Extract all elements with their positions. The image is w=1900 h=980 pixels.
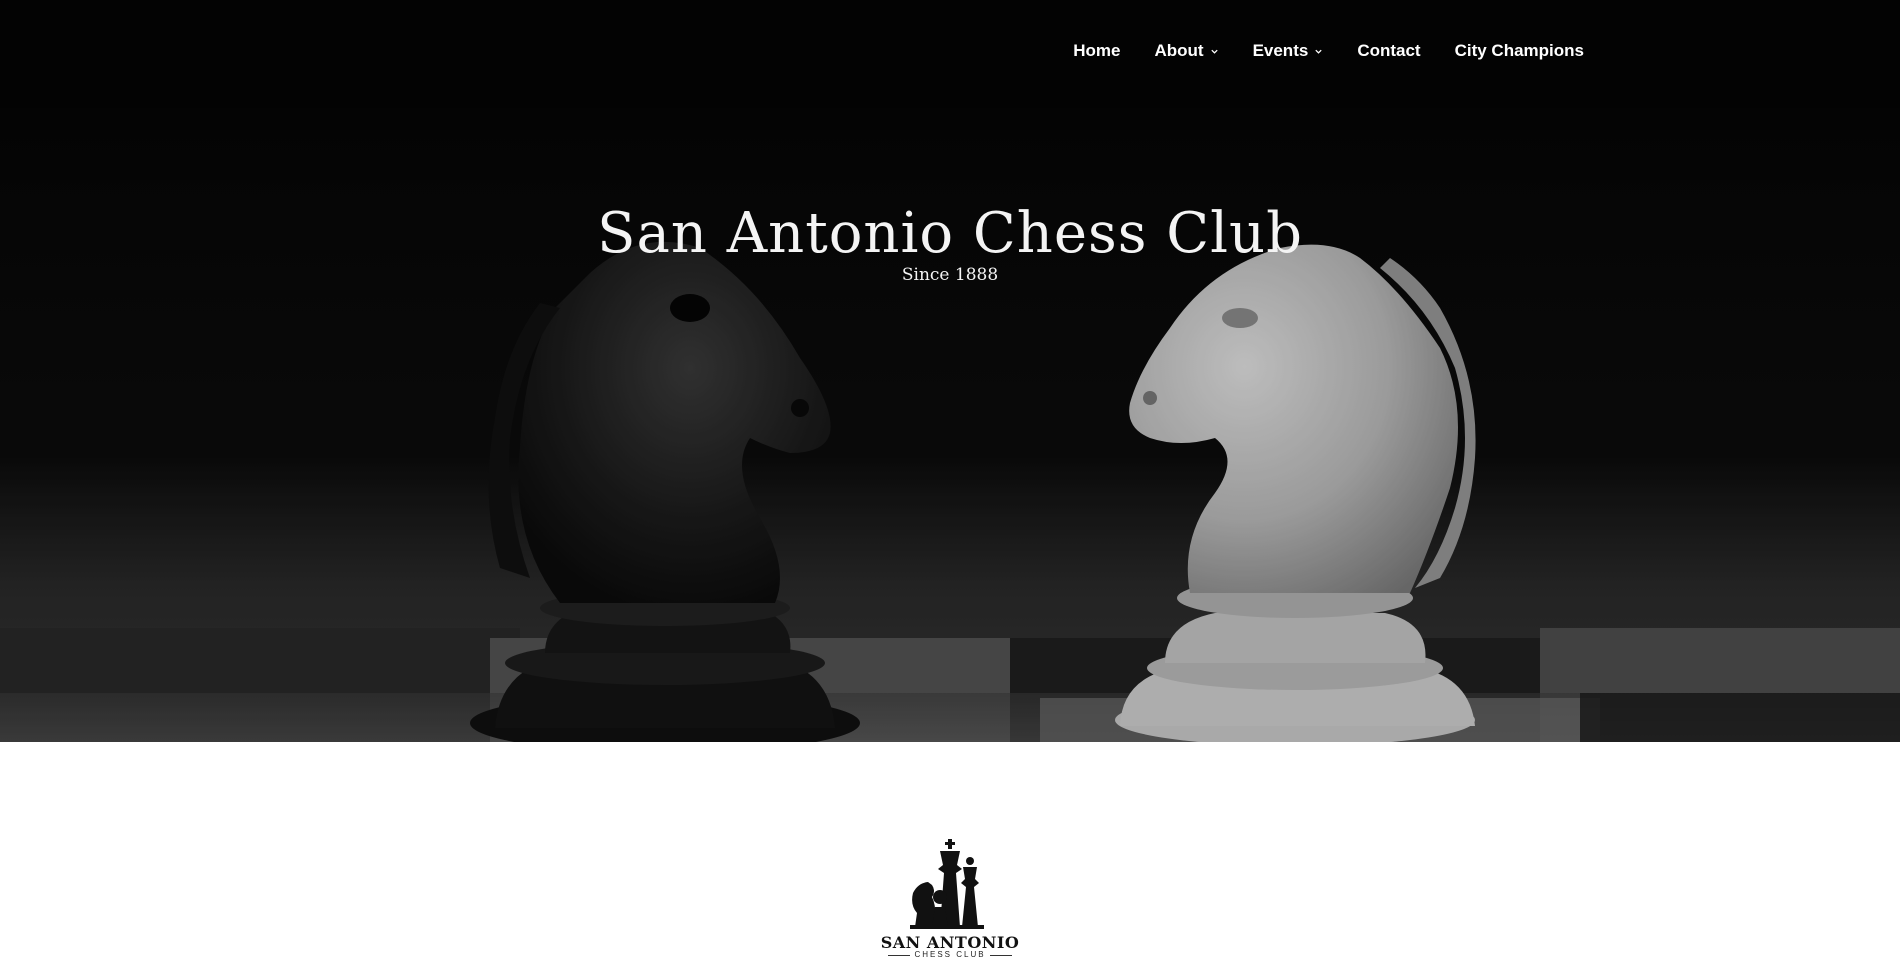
hero-banner: San Antonio Chess Club Since 1888: [0, 108, 1900, 742]
site-tagline: Since 1888: [901, 265, 999, 285]
site-header: Home About Events Contact City Champions: [0, 0, 1900, 108]
nav-item-label: City Champions: [1454, 41, 1584, 60]
nav-item-label: Contact: [1357, 41, 1421, 60]
nav-item-label: Events: [1252, 41, 1309, 60]
chess-pieces-logo-icon: [910, 839, 984, 929]
chevron-down-icon: [1210, 49, 1218, 54]
chevron-down-icon: [1315, 49, 1322, 54]
nav-item-label: About: [1154, 41, 1204, 60]
nav-item-city-champions[interactable]: City Champions: [1455, 41, 1584, 61]
site-title: San Antonio Chess Club: [597, 200, 1303, 266]
nav-item-label: Home: [1073, 41, 1121, 60]
nav-item-events[interactable]: Events: [1253, 41, 1324, 61]
club-logo[interactable]: SAN ANTONIO CHESS CLUB: [880, 835, 1020, 965]
logo-divider: [990, 955, 1012, 956]
nav-item-home[interactable]: Home: [1073, 41, 1120, 61]
nav-item-about[interactable]: About: [1154, 41, 1218, 61]
main-nav: Home About Events Contact City Champions: [1073, 41, 1584, 61]
nav-item-contact[interactable]: Contact: [1357, 41, 1420, 61]
